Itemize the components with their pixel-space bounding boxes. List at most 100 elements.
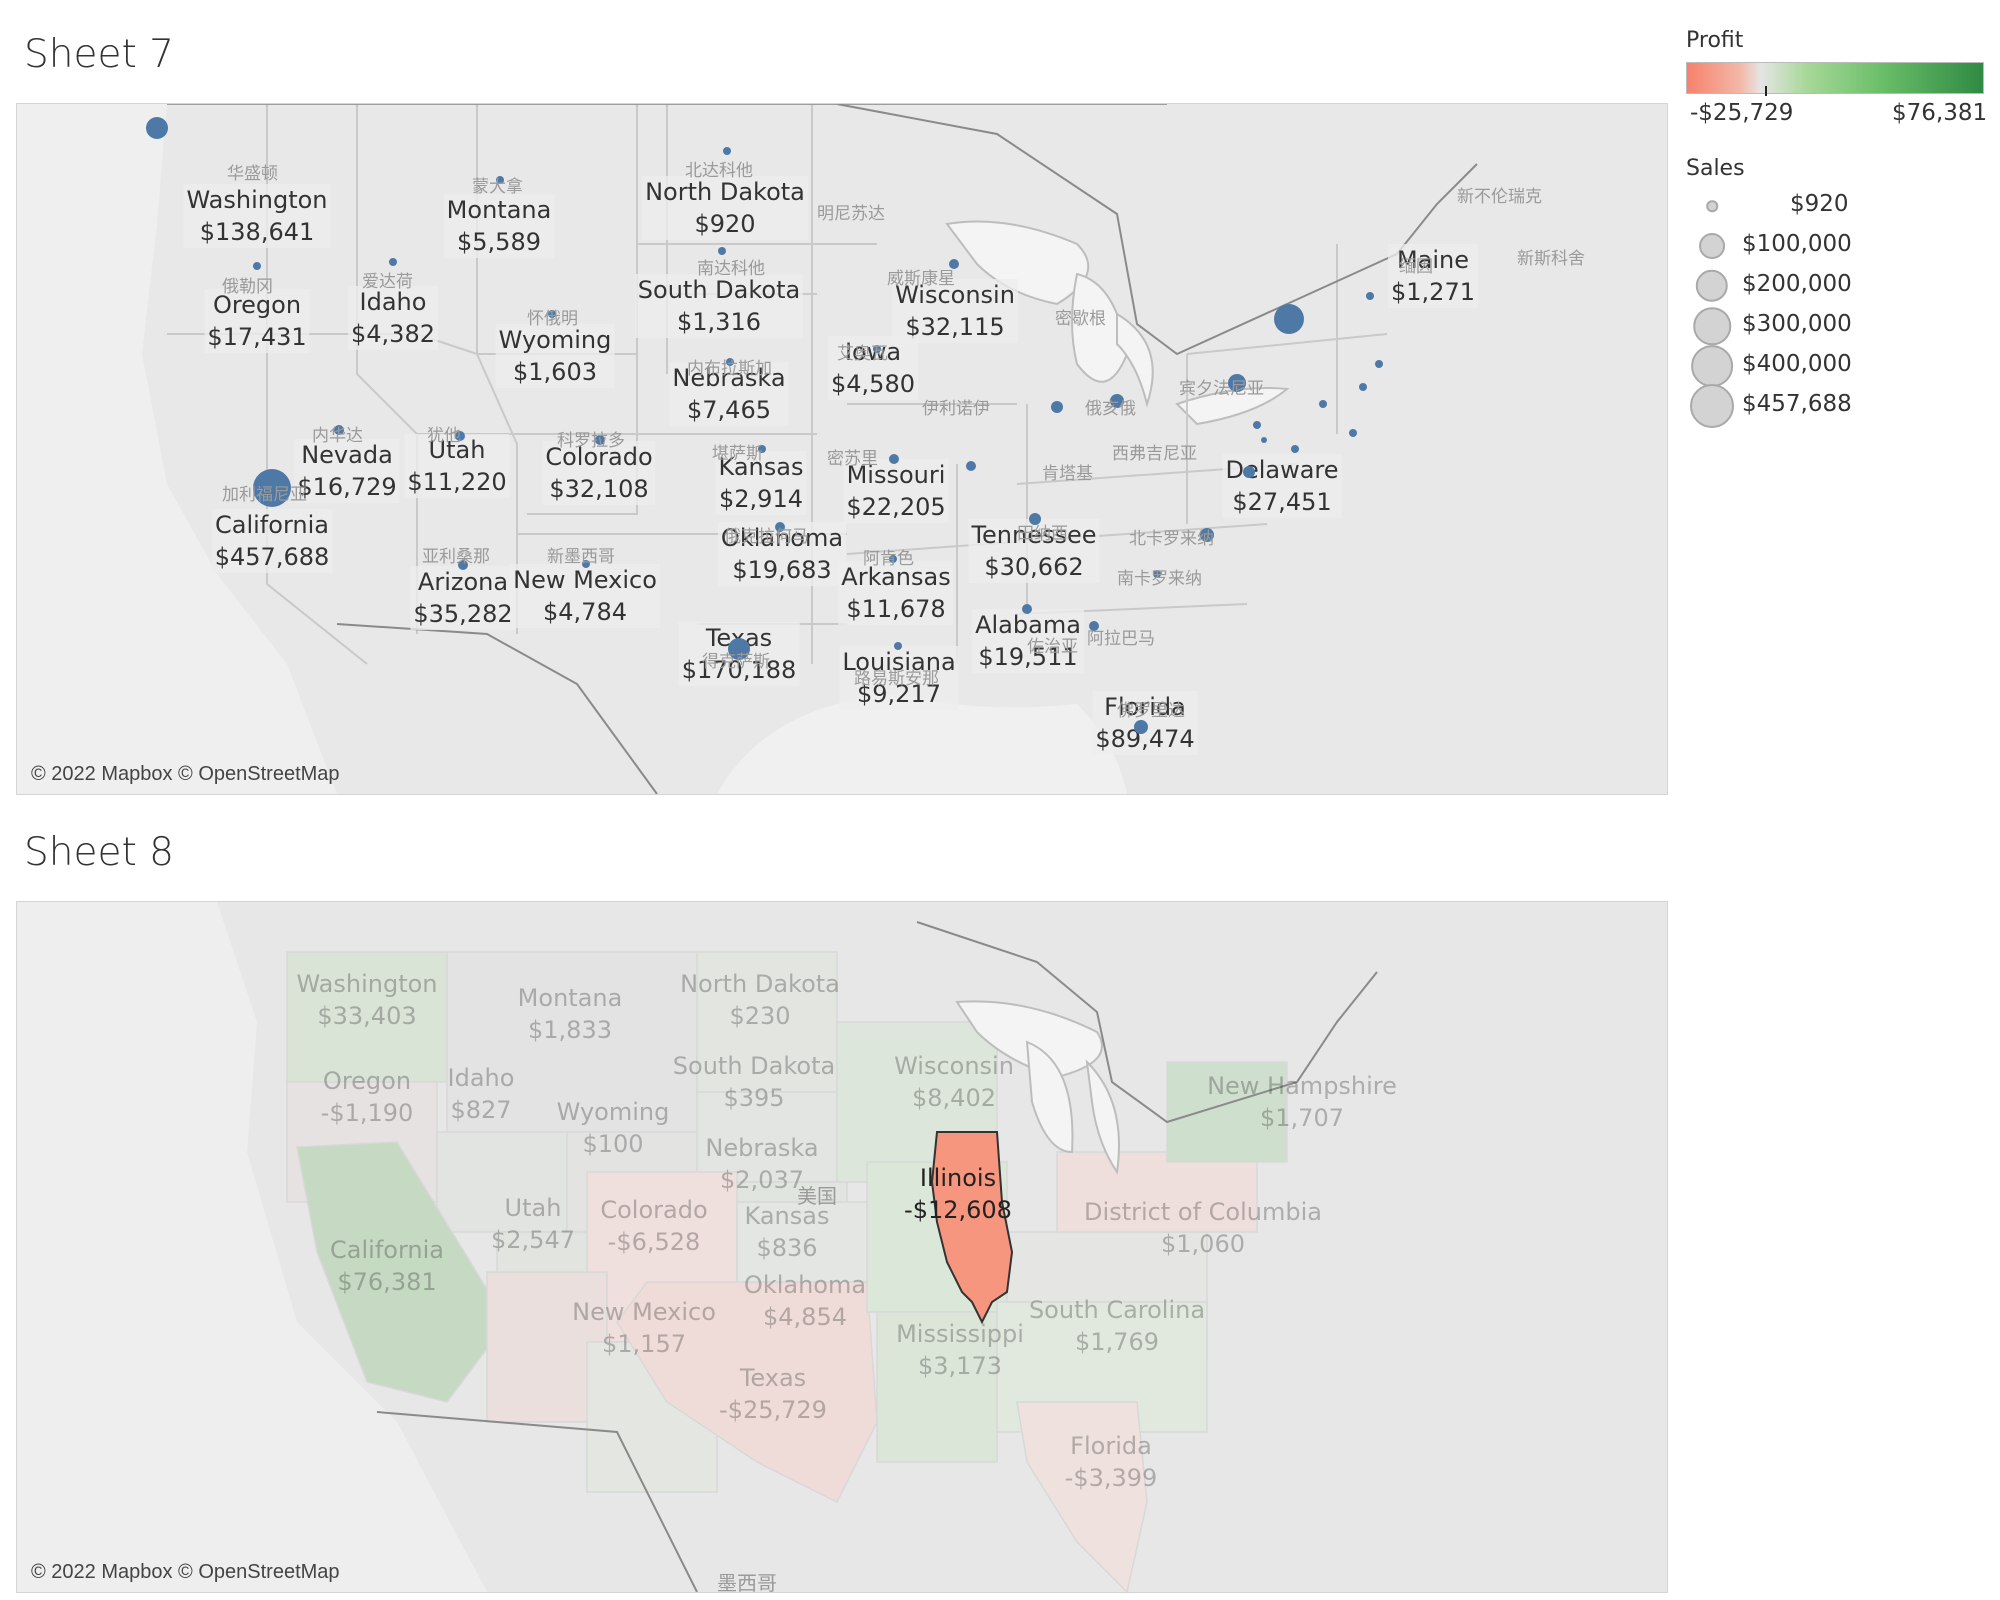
sales-value: $27,451: [1232, 488, 1332, 516]
sheet8-state-label-new-hampshire[interactable]: New Hampshire $1,707: [1204, 1070, 1400, 1134]
sheet8-title: Sheet 8: [24, 830, 174, 875]
state-name: California: [215, 511, 329, 539]
sheet7-state-label-washington[interactable]: Washington $138,641: [183, 184, 331, 248]
sales-dot-north-dakota[interactable]: [723, 147, 731, 155]
sales-value: $2,914: [719, 485, 803, 513]
sales-dot-extra[interactable]: [966, 461, 976, 471]
sales-dot-extra[interactable]: [1349, 429, 1357, 437]
sheet8-map[interactable]: Washington $33,403 Montana $1,833 North Dako…: [16, 901, 1668, 1593]
profit-value: $1,833: [528, 1016, 612, 1044]
sales-dot-maine[interactable]: [1366, 292, 1374, 300]
sheet7-map[interactable]: Washington $138,641 Montana $5,589 North Dak…: [16, 103, 1668, 795]
state-name: Washington: [296, 970, 438, 998]
sales-dot-florida[interactable]: [1134, 720, 1148, 734]
sales-legend-item[interactable]: $457,688: [1686, 384, 1906, 428]
sheet8-state-label-mississippi[interactable]: Mississippi $3,173: [893, 1318, 1027, 1382]
profit-value: $836: [756, 1234, 818, 1262]
sheet8-state-label-illinois[interactable]: Illinois -$12,608: [901, 1162, 1015, 1226]
profit-max-label: $76,381: [1892, 100, 1988, 126]
profit-color-gradient[interactable]: [1686, 62, 1984, 94]
sheet8-state-label-colorado[interactable]: Colorado -$6,528: [597, 1194, 710, 1258]
sales-dot-extra[interactable]: [1291, 445, 1299, 453]
sales-dot-alabama[interactable]: [1022, 604, 1032, 614]
sheet8-state-label-utah[interactable]: Utah $2,547: [488, 1192, 578, 1256]
sheet8-state-label-oklahoma[interactable]: Oklahoma $4,854: [741, 1269, 869, 1333]
sheet8-state-label-california[interactable]: California $76,381: [327, 1234, 447, 1298]
sheet8-state-label-district-of-columbia[interactable]: District of Columbia $1,060: [1081, 1196, 1325, 1260]
sales-dot-louisiana[interactable]: [894, 642, 902, 650]
sales-value: $457,688: [214, 543, 330, 571]
sales-legend-item[interactable]: $100,000: [1686, 228, 1906, 264]
sales-dot-idaho[interactable]: [389, 258, 397, 266]
basemap-place-name: 密歇根: [1055, 309, 1106, 329]
size-circle-icon: [1690, 384, 1734, 428]
sheet8-state-label-north-dakota[interactable]: North Dakota $230: [677, 968, 843, 1032]
sales-dot-oregon[interactable]: [253, 262, 261, 270]
sheet7-state-label-nevada[interactable]: Nevada $16,729: [294, 439, 400, 503]
sales-dot-extra[interactable]: [1359, 383, 1367, 391]
sheet8-state-label-texas[interactable]: Texas -$25,729: [716, 1362, 830, 1426]
state-name: South Carolina: [1028, 1296, 1206, 1324]
sheet8-state-label-oregon[interactable]: Oregon -$1,190: [318, 1065, 417, 1129]
sales-dot-extra[interactable]: [1051, 401, 1063, 413]
sheet8-state-label-washington[interactable]: Washington $33,403: [293, 968, 440, 1032]
sales-dot-washington[interactable]: [146, 117, 168, 139]
sales-legend-item[interactable]: $920: [1686, 188, 1906, 224]
profit-value: $1,769: [1075, 1328, 1159, 1356]
sheet7-state-label-south-dakota[interactable]: South Dakota $1,316: [634, 274, 804, 338]
sheet7-state-label-oregon[interactable]: Oregon $17,431: [204, 289, 310, 353]
sheet7-state-label-north-dakota[interactable]: North Dakota $920: [642, 176, 808, 240]
sales-value: $11,678: [846, 595, 946, 623]
sales-dot-extra[interactable]: [1253, 421, 1261, 429]
size-label: $457,688: [1742, 391, 1852, 417]
sales-dot-extra[interactable]: [1261, 437, 1267, 443]
state-name: Arizona: [417, 568, 509, 596]
sales-dot-extra[interactable]: [1319, 400, 1327, 408]
sheet7-state-label-montana[interactable]: Montana $5,589: [443, 194, 555, 258]
basemap-place-name: 南卡罗来纳: [1117, 569, 1202, 589]
profit-value: -$25,729: [719, 1396, 827, 1424]
sales-legend-item[interactable]: $400,000: [1686, 345, 1906, 387]
sheet8-state-label-kansas[interactable]: Kansas $836: [742, 1200, 833, 1264]
profit-value: $1,707: [1260, 1104, 1344, 1132]
sheet7-state-label-wyoming[interactable]: Wyoming $1,603: [495, 324, 615, 388]
sales-value: $17,431: [207, 323, 307, 351]
basemap-place-name: 怀俄明: [527, 309, 578, 329]
sheet7-state-label-new-mexico[interactable]: New Mexico $4,784: [510, 564, 660, 628]
state-name: New Mexico: [513, 566, 657, 594]
basemap-place-name: 俄亥俄: [1085, 399, 1136, 419]
profit-value: -$1,190: [320, 1099, 414, 1127]
sales-legend-item[interactable]: $300,000: [1686, 307, 1906, 345]
basemap-place-name: 肯塔基: [1042, 464, 1093, 484]
sales-legend-item[interactable]: $200,000: [1686, 268, 1906, 304]
sheet8-state-label-idaho[interactable]: Idaho $827: [445, 1062, 518, 1126]
state-name: Florida: [1070, 1432, 1152, 1460]
size-circle-icon: [1693, 307, 1731, 345]
state-name: Montana: [446, 196, 552, 224]
profit-value: $8,402: [912, 1084, 996, 1112]
basemap-place-name: 堪萨斯: [712, 444, 763, 464]
sheet7-state-label-delaware[interactable]: Delaware $27,451: [1222, 454, 1342, 518]
sales-value: $22,205: [846, 493, 946, 521]
sales-value: $1,271: [1391, 278, 1475, 306]
sales-dot-delaware[interactable]: [1243, 466, 1255, 478]
sheet8-state-label-wyoming[interactable]: Wyoming $100: [554, 1096, 673, 1160]
sheet8-state-label-new-mexico[interactable]: New Mexico $1,157: [569, 1296, 719, 1360]
sheet8-state-label-south-carolina[interactable]: South Carolina $1,769: [1026, 1294, 1208, 1358]
profit-legend-title: Profit: [1686, 28, 1744, 53]
sheet8-state-label-south-dakota[interactable]: South Dakota $395: [670, 1050, 838, 1114]
sales-dot-extra[interactable]: [1274, 304, 1304, 334]
sheet8-state-label-wisconsin[interactable]: Wisconsin $8,402: [891, 1050, 1017, 1114]
sheet7-state-label-idaho[interactable]: Idaho $4,382: [348, 286, 438, 350]
sheet7-state-label-california[interactable]: California $457,688: [211, 509, 333, 573]
basemap-place-name: 艾奥瓦: [837, 344, 888, 364]
sheet8-state-label-florida[interactable]: Florida -$3,399: [1062, 1430, 1161, 1494]
sheet7-state-label-arizona[interactable]: Arizona $35,282: [410, 566, 516, 630]
sheet7-state-label-arkansas[interactable]: Arkansas $11,678: [838, 561, 954, 625]
basemap-place-name: 新墨西哥: [547, 547, 615, 567]
sales-dot-extra[interactable]: [1375, 360, 1383, 368]
sales-dot-missouri[interactable]: [889, 454, 899, 464]
basemap-place-name: 西弗吉尼亚: [1112, 444, 1197, 464]
profit-value: $1,060: [1161, 1230, 1245, 1258]
sheet8-state-label-montana[interactable]: Montana $1,833: [515, 982, 626, 1046]
